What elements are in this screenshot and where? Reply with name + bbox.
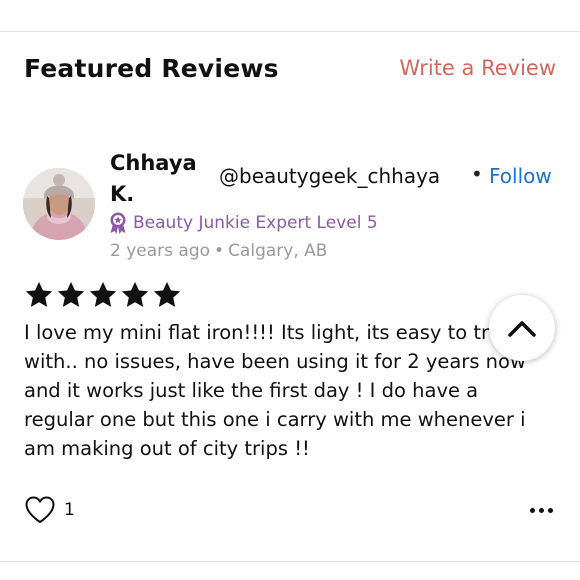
bottom-divider bbox=[0, 561, 580, 562]
follow-button[interactable]: Follow bbox=[489, 164, 552, 188]
more-options-button[interactable] bbox=[526, 498, 556, 522]
badge-label: Beauty Junkie Expert Level 5 bbox=[133, 213, 378, 233]
scroll-to-top-button[interactable] bbox=[489, 295, 555, 361]
star-rating bbox=[24, 280, 182, 310]
review-text: I love my mini flat iron!!!! Its light, … bbox=[24, 321, 530, 460]
star-icon bbox=[57, 281, 85, 307]
reviewer-badge: Beauty Junkie Expert Level 5 bbox=[109, 212, 378, 234]
write-review-link[interactable]: Write a Review bbox=[399, 56, 556, 80]
reviewer-avatar[interactable] bbox=[23, 168, 95, 240]
section-title: Featured Reviews bbox=[24, 54, 279, 83]
review-meta: 2 years ago • Calgary, AB bbox=[110, 241, 327, 261]
star-icon bbox=[153, 281, 181, 307]
chevron-up-icon bbox=[508, 321, 536, 337]
like-button[interactable] bbox=[24, 494, 56, 526]
star-icon bbox=[121, 281, 149, 307]
separator-dot: • bbox=[214, 241, 225, 261]
star-icon bbox=[25, 281, 53, 307]
star-icon bbox=[89, 281, 117, 307]
review-location: Calgary, AB bbox=[228, 241, 328, 261]
more-dots-icon bbox=[529, 507, 535, 513]
like-count: 1 bbox=[64, 500, 75, 520]
review-time: 2 years ago bbox=[110, 241, 211, 261]
separator-dot: • bbox=[471, 162, 483, 186]
more-dots-icon bbox=[538, 507, 544, 513]
heart-outline-icon bbox=[25, 496, 55, 523]
award-ribbon-icon bbox=[110, 212, 126, 234]
avatar-photo bbox=[23, 168, 95, 240]
reviewer-name[interactable]: Chhaya K. bbox=[110, 148, 210, 210]
top-divider bbox=[0, 31, 580, 32]
reviewer-handle[interactable]: @beautygeek_chhaya bbox=[219, 164, 440, 188]
more-dots-icon bbox=[547, 507, 553, 513]
